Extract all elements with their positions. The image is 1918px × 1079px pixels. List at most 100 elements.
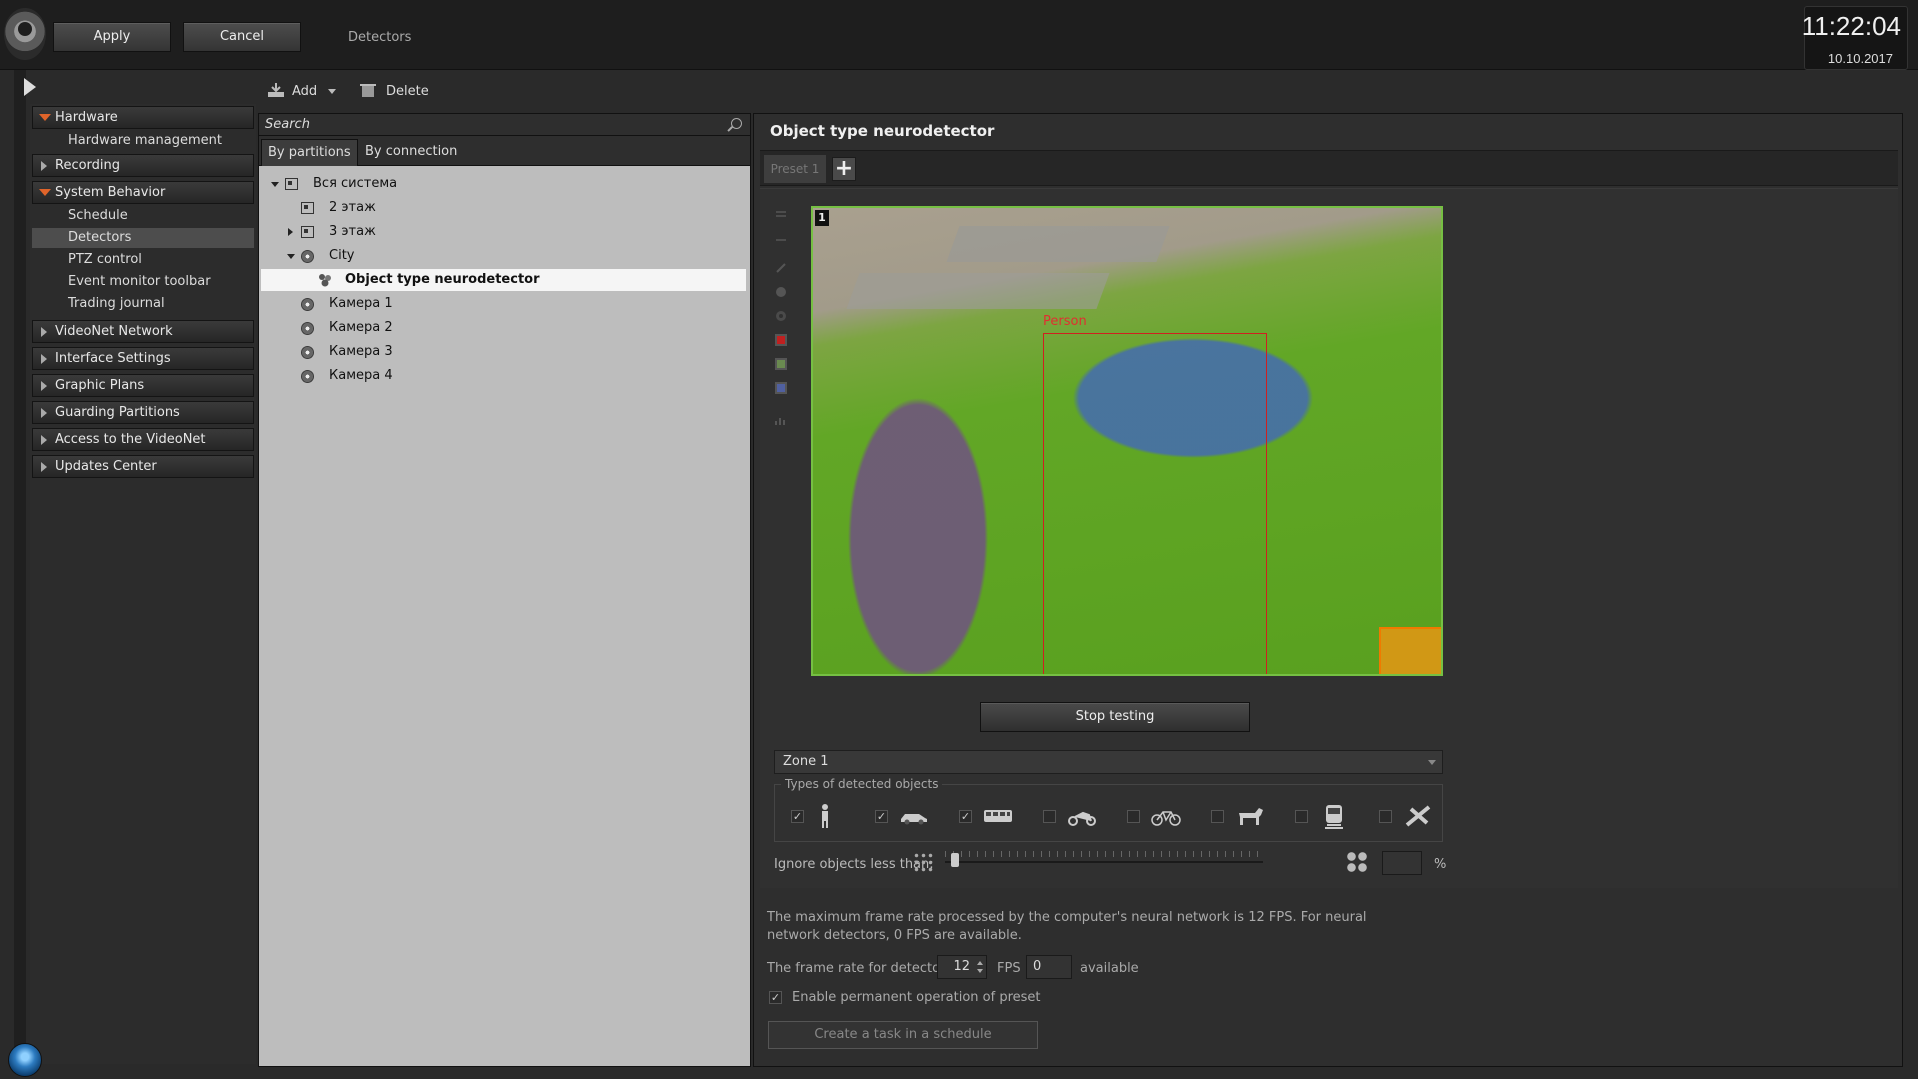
- add-dropdown-chevron-icon[interactable]: [328, 89, 336, 94]
- add-icon[interactable]: [268, 83, 284, 97]
- camera-preview[interactable]: 1 Person: [811, 206, 1443, 676]
- train-icon: [1325, 805, 1343, 829]
- brush-icon[interactable]: [774, 261, 788, 275]
- clear-icon[interactable]: [774, 309, 788, 323]
- nav-section-hardware[interactable]: Hardware: [32, 106, 254, 129]
- nav-section-label: VideoNet Network: [55, 324, 173, 339]
- tree-row[interactable]: Камера 4: [259, 365, 750, 387]
- nav-section-interface-settings[interactable]: Interface Settings: [32, 347, 254, 370]
- camera-icon: [301, 370, 314, 383]
- detected-object-types: Types of detected objects ✓ ✓ ✓: [774, 777, 1443, 842]
- pavement-slab: [946, 226, 1170, 262]
- apply-button[interactable]: Apply: [53, 22, 171, 52]
- nav-section-access-videonet[interactable]: Access to the VideoNet: [32, 428, 254, 451]
- size-slider-handle[interactable]: [951, 853, 959, 867]
- tab-by-connection[interactable]: By connection: [359, 139, 463, 166]
- create-schedule-task-button[interactable]: Create a task in a schedule: [768, 1021, 1038, 1049]
- permanent-preset-checkbox[interactable]: ✓: [769, 991, 782, 1004]
- tree-row-label: Вся система: [313, 176, 398, 191]
- tree-expand-icon[interactable]: [287, 254, 295, 259]
- green-zone-color-icon[interactable]: [774, 357, 788, 371]
- tree-row-label: City: [329, 248, 355, 263]
- delete-button[interactable]: Delete: [386, 84, 429, 99]
- type-person[interactable]: ✓: [791, 803, 861, 831]
- expanded-triangle-icon: [39, 189, 51, 196]
- zone-list-icon[interactable]: [774, 209, 788, 223]
- nav-item-trading-journal[interactable]: Trading journal: [32, 294, 254, 314]
- zone-delete-icon[interactable]: [774, 233, 788, 247]
- zone-number-badge: 1: [815, 210, 829, 226]
- cancel-button[interactable]: Cancel: [183, 22, 301, 52]
- type-car[interactable]: ✓: [875, 803, 945, 831]
- type-bus[interactable]: ✓: [959, 803, 1029, 831]
- type-person-checkbox[interactable]: ✓: [791, 810, 804, 823]
- add-preset-button[interactable]: +: [832, 157, 856, 181]
- zone-select[interactable]: Zone 1: [774, 750, 1443, 774]
- tree-expand-icon[interactable]: [271, 182, 279, 187]
- stop-testing-button[interactable]: Stop testing: [980, 702, 1250, 732]
- zone-marker[interactable]: [1379, 627, 1441, 674]
- search-icon[interactable]: [731, 118, 742, 129]
- tree-row[interactable]: 3 этаж: [259, 221, 750, 243]
- collapsed-triangle-icon: [41, 327, 47, 337]
- tree-row-label: Камера 3: [329, 344, 393, 359]
- tree-row[interactable]: Вся система: [259, 173, 750, 195]
- nav-item-event-monitor-toolbar[interactable]: Event monitor toolbar: [32, 272, 254, 292]
- tree-row[interactable]: Камера 3: [259, 341, 750, 363]
- tree-row-label: Камера 4: [329, 368, 393, 383]
- type-bicycle-checkbox[interactable]: [1127, 810, 1140, 823]
- chart-icon[interactable]: [774, 413, 788, 427]
- tree-row[interactable]: 2 этаж: [259, 197, 750, 219]
- nav-section-updates-center[interactable]: Updates Center: [32, 455, 254, 478]
- tree-row[interactable]: Камера 1: [259, 293, 750, 315]
- search-input[interactable]: Search: [259, 114, 750, 136]
- size-slider-track[interactable]: [945, 861, 1263, 863]
- type-animal[interactable]: [1211, 803, 1281, 831]
- collapsed-triangle-icon: [41, 435, 47, 445]
- nav-section-system-behavior[interactable]: System Behavior: [32, 181, 254, 204]
- blue-zone-color-icon[interactable]: [774, 381, 788, 395]
- camera-icon: [301, 322, 314, 335]
- tree-row[interactable]: City: [259, 245, 750, 267]
- tree-row-label: Object type neurodetector: [345, 272, 540, 287]
- nav-section-recording[interactable]: Recording: [32, 154, 254, 177]
- type-train-checkbox[interactable]: [1295, 810, 1308, 823]
- type-motorcycle[interactable]: [1043, 803, 1113, 831]
- fps-stepper[interactable]: 12: [937, 955, 987, 979]
- size-percent-input[interactable]: [1382, 851, 1422, 875]
- nav-item-ptz-control[interactable]: PTZ control: [32, 250, 254, 270]
- type-bus-checkbox[interactable]: ✓: [959, 810, 972, 823]
- add-button[interactable]: Add: [292, 84, 317, 99]
- expand-arrow-icon[interactable]: [24, 78, 36, 96]
- tree-collapse-icon[interactable]: [288, 228, 293, 236]
- tab-preset-1[interactable]: Preset 1: [764, 155, 826, 183]
- increment-arrow-icon[interactable]: [977, 961, 983, 965]
- windows-start-icon[interactable]: [8, 1043, 42, 1077]
- car-icon: [901, 814, 927, 825]
- tab-by-partitions[interactable]: By partitions: [261, 139, 358, 166]
- chevron-down-icon: [1428, 760, 1436, 765]
- type-animal-checkbox[interactable]: [1211, 810, 1224, 823]
- tree-row[interactable]: Камера 2: [259, 317, 750, 339]
- tree-row-selected[interactable]: Object type neurodetector: [261, 269, 746, 291]
- fill-icon[interactable]: [774, 285, 788, 299]
- type-airplane-checkbox[interactable]: [1379, 810, 1392, 823]
- type-motorcycle-checkbox[interactable]: [1043, 810, 1056, 823]
- nav-section-label: Access to the VideoNet: [55, 432, 206, 447]
- nav-section-videonet-network[interactable]: VideoNet Network: [32, 320, 254, 343]
- type-airplane[interactable]: [1379, 803, 1449, 831]
- motorcycle-icon: [1068, 811, 1096, 826]
- trash-icon[interactable]: [360, 83, 376, 97]
- nav-item-schedule[interactable]: Schedule: [32, 206, 254, 226]
- type-car-checkbox[interactable]: ✓: [875, 810, 888, 823]
- type-train[interactable]: [1295, 803, 1365, 831]
- nav-section-guarding-partitions[interactable]: Guarding Partitions: [32, 401, 254, 424]
- collapsed-triangle-icon: [41, 408, 47, 418]
- red-zone-color-icon[interactable]: [774, 333, 788, 347]
- detector-settings-panel: Object type neurodetector Preset 1 + 1 P…: [753, 113, 1903, 1067]
- nav-section-graphic-plans[interactable]: Graphic Plans: [32, 374, 254, 397]
- decrement-arrow-icon[interactable]: [977, 969, 983, 973]
- nav-item-hardware-management[interactable]: Hardware management: [32, 131, 254, 151]
- nav-item-detectors[interactable]: Detectors: [32, 228, 254, 248]
- type-bicycle[interactable]: [1127, 803, 1197, 831]
